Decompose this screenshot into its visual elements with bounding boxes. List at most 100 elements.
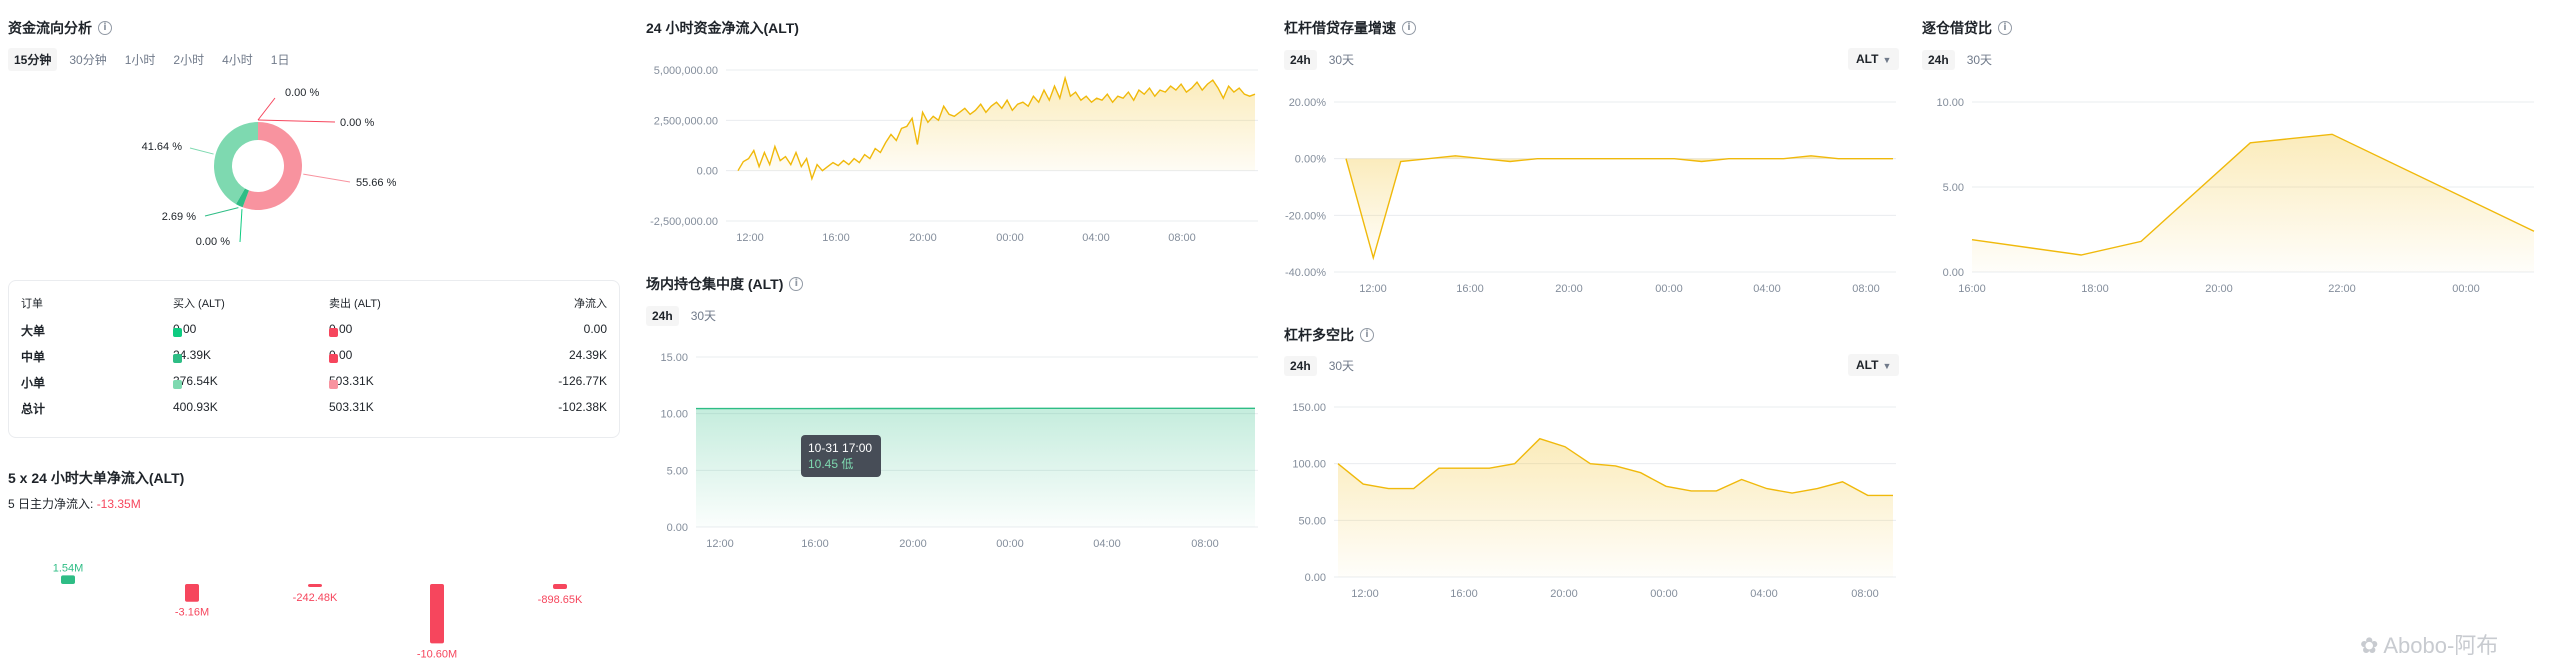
donut-label: 2.69 % <box>162 211 196 223</box>
bar-label: -242.48K <box>293 592 338 604</box>
series-line[interactable] <box>1345 155 1893 261</box>
legend-swatch <box>173 380 182 389</box>
concentration-tabs: 24h 30天 <box>646 304 722 327</box>
legend-swatch <box>173 354 182 363</box>
bar[interactable] <box>61 575 75 584</box>
cell-value: 小单 <box>21 376 46 390</box>
y-tick-label: 15.00 <box>660 352 688 364</box>
info-icon[interactable]: i <box>1360 328 1374 342</box>
table-cell: 503.31K <box>329 374 374 389</box>
table-cell: 24.39K <box>173 348 211 363</box>
long-short-tab-0[interactable]: 24h <box>1284 355 1317 376</box>
legend-swatch <box>329 380 338 389</box>
bar[interactable] <box>308 584 322 587</box>
big-orders-subtitle: 5 日主力净流入: -13.35M <box>8 497 141 511</box>
cell-value: 总计 <box>21 402 46 416</box>
net-inflow-chart: 5,000,000.00 2,500,000.00 0.00 -2,500,000.0… <box>650 65 1258 244</box>
y-tick-label: 100.00 <box>1292 459 1326 471</box>
flow-tab-0[interactable]: 15分钟 <box>8 48 58 71</box>
cell-value: 净流入 <box>574 298 607 310</box>
isolated-tab-0[interactable]: 24h <box>1922 49 1955 70</box>
margin-growth-coin-select[interactable]: ALT ▼ <box>1848 48 1900 70</box>
cell-value: 0.00 <box>583 322 607 336</box>
info-icon[interactable]: i <box>1402 21 1416 35</box>
bar[interactable] <box>185 584 199 602</box>
margin-growth-tabs: 24h 30天 <box>1284 48 1360 71</box>
long-short-coin-select[interactable]: ALT ▼ <box>1848 354 1900 376</box>
flow-tab-3[interactable]: 2小时 <box>167 48 210 71</box>
x-tick-label: 04:00 <box>1093 538 1121 550</box>
flow-tab-5[interactable]: 1日 <box>265 48 296 71</box>
donut-label: 0.00 % <box>285 87 319 99</box>
margin-growth-tab-0[interactable]: 24h <box>1284 49 1317 70</box>
x-tick-label: 00:00 <box>996 232 1024 244</box>
table-cell: 24.39K <box>569 348 607 362</box>
flow-title: 资金流向分析 i <box>8 18 112 38</box>
margin-growth-tab-1[interactable]: 30天 <box>1323 48 1360 71</box>
table-row: 中单 24.39K 0.00 24.39K <box>9 342 619 368</box>
table-header-cell: 订单 <box>21 295 43 311</box>
y-tick-label: 0.00 <box>667 522 688 534</box>
cell-value: -102.38K <box>558 400 607 414</box>
y-tick-label: 10.00 <box>1936 97 1964 109</box>
x-tick-label: 08:00 <box>1851 588 1879 600</box>
cell-value: 503.31K <box>329 400 374 414</box>
x-tick-label: 16:00 <box>1450 588 1478 600</box>
y-tick-label: 0.00 <box>1943 267 1964 279</box>
y-tick-label: -2,500,000.00 <box>650 216 718 228</box>
x-tick-label: 08:00 <box>1852 283 1880 295</box>
x-tick-label: 04:00 <box>1753 283 1781 295</box>
table-row: 总计 400.93K 503.31K -102.38K <box>9 394 619 420</box>
x-tick-label: 04:00 <box>1750 588 1778 600</box>
info-icon[interactable]: i <box>789 277 804 291</box>
table-cell: 大单 <box>21 322 45 339</box>
long-short-tab-1[interactable]: 30天 <box>1323 354 1360 377</box>
y-tick-label: 50.00 <box>1298 515 1326 527</box>
paw-icon: ✿ <box>2360 633 2379 658</box>
isolated-tab-1[interactable]: 30天 <box>1961 48 1998 71</box>
x-tick-label: 16:00 <box>1958 283 1986 295</box>
x-tick-label: 00:00 <box>1655 283 1683 295</box>
table-row: 小单 376.54K 503.31K -126.77K <box>9 368 619 394</box>
bar[interactable] <box>553 584 567 590</box>
concentration-tab-0[interactable]: 24h <box>646 305 679 326</box>
table-cell: 0.00 <box>173 322 196 337</box>
table-cell: 中单 <box>21 348 45 365</box>
flow-tab-4[interactable]: 4小时 <box>216 48 259 71</box>
cell-value: 卖出 (ALT) <box>329 298 381 310</box>
donut-label: 55.66 % <box>356 177 397 189</box>
x-tick-label: 12:00 <box>1351 588 1379 600</box>
x-tick-label: 12:00 <box>1359 283 1387 295</box>
long-short-title: 杠杆多空比 i <box>1284 325 1374 345</box>
info-icon[interactable]: i <box>1998 21 2012 35</box>
table-cell: 0.00 <box>329 348 352 363</box>
x-tick-label: 16:00 <box>822 232 850 244</box>
flow-tabs: 15分钟 30分钟 1小时 2小时 4小时 1日 <box>8 48 295 71</box>
info-icon[interactable]: i <box>98 21 112 35</box>
flow-tab-1[interactable]: 30分钟 <box>63 48 112 71</box>
donut-label: 0.00 % <box>196 236 230 248</box>
cell-value: -126.77K <box>558 374 607 388</box>
y-tick-label: 5.00 <box>667 465 688 477</box>
x-tick-label: 18:00 <box>2081 283 2109 295</box>
y-tick-label: 10.00 <box>660 409 688 421</box>
concentration-title: 场内持仓集中度 (ALT) i <box>646 274 804 294</box>
concentration-tab-1[interactable]: 30天 <box>685 304 722 327</box>
tooltip-time: 10-31 17:00 <box>808 441 873 455</box>
donut-leader-line <box>204 207 239 217</box>
bar-label: -898.65K <box>538 594 583 606</box>
chart-tooltip: 10-31 17:00 10.45 低 <box>801 435 881 477</box>
cell-value: 订单 <box>21 298 43 310</box>
table-cell: 503.31K <box>329 400 374 414</box>
isolated-tabs: 24h 30天 <box>1922 48 1998 71</box>
series-area <box>1338 438 1893 577</box>
flow-donut-chart: 0.00 % 0.00 % 55.66 % 0.00 % 2.69 % 41.64 % <box>142 87 397 248</box>
bar[interactable] <box>430 584 444 644</box>
net-inflow-title: 24 小时资金净流入(ALT) <box>646 20 799 36</box>
long-short-tabs: 24h 30天 <box>1284 354 1360 377</box>
x-tick-label: 16:00 <box>1456 283 1484 295</box>
legend-swatch <box>329 328 338 337</box>
long-short-chart: 150.00 100.00 50.00 0.00 12:00 16:00 20:00 00:0… <box>1292 402 1896 600</box>
flow-tab-2[interactable]: 1小时 <box>119 48 162 71</box>
cell-value: 400.93K <box>173 400 218 414</box>
